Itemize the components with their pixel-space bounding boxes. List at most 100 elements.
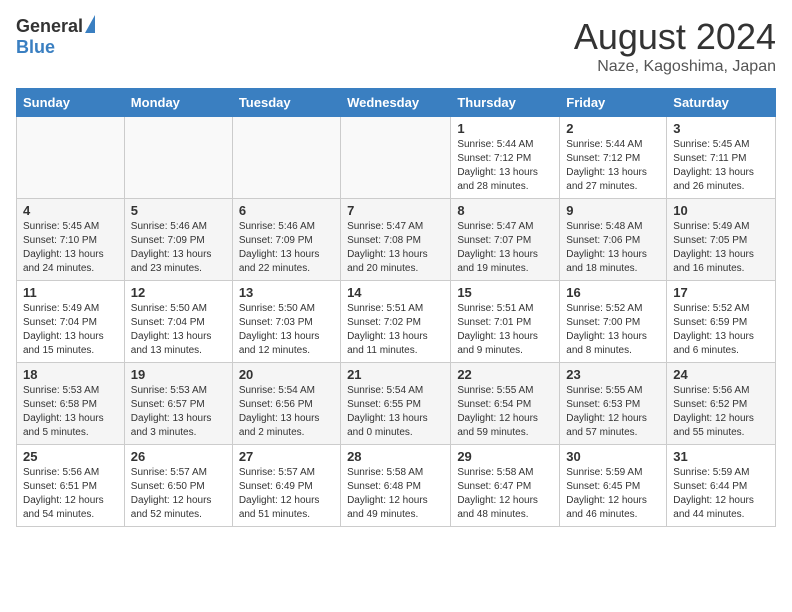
calendar-cell: 20 Sunrise: 5:54 AM Sunset: 6:56 PM Dayli… [232, 363, 340, 445]
day-number: 30 [566, 449, 660, 464]
day-detail: Sunrise: 5:54 AM Sunset: 6:56 PM Dayligh… [239, 384, 334, 440]
day-detail: Sunrise: 5:47 AM Sunset: 7:08 PM Dayligh… [347, 220, 444, 276]
day-number: 14 [347, 285, 444, 300]
day-number: 20 [239, 367, 334, 382]
day-detail: Sunrise: 5:54 AM Sunset: 6:55 PM Dayligh… [347, 384, 444, 440]
day-detail: Sunrise: 5:55 AM Sunset: 6:54 PM Dayligh… [457, 384, 553, 440]
calendar-cell [17, 117, 125, 199]
day-number: 6 [239, 203, 334, 218]
logo-blue-text: Blue [16, 37, 55, 58]
day-number: 21 [347, 367, 444, 382]
day-detail: Sunrise: 5:46 AM Sunset: 7:09 PM Dayligh… [239, 220, 334, 276]
day-detail: Sunrise: 5:46 AM Sunset: 7:09 PM Dayligh… [131, 220, 226, 276]
day-detail: Sunrise: 5:47 AM Sunset: 7:07 PM Dayligh… [457, 220, 553, 276]
calendar-cell [124, 117, 232, 199]
day-number: 29 [457, 449, 553, 464]
column-header-monday: Monday [124, 89, 232, 117]
calendar-cell: 16 Sunrise: 5:52 AM Sunset: 7:00 PM Dayli… [560, 281, 667, 363]
calendar-cell: 7Sunrise: 5:47 AM Sunset: 7:08 PM Daylig… [341, 199, 451, 281]
day-number: 28 [347, 449, 444, 464]
calendar-cell: 22 Sunrise: 5:55 AM Sunset: 6:54 PM Dayli… [451, 363, 560, 445]
day-detail: Sunrise: 5:57 AM Sunset: 6:49 PM Dayligh… [239, 466, 334, 522]
logo-triangle-icon [85, 15, 95, 33]
column-header-wednesday: Wednesday [341, 89, 451, 117]
day-number: 19 [131, 367, 226, 382]
calendar-cell: 14 Sunrise: 5:51 AM Sunset: 7:02 PM Dayli… [341, 281, 451, 363]
calendar-cell: 19 Sunrise: 5:53 AM Sunset: 6:57 PM Dayli… [124, 363, 232, 445]
day-detail: Sunrise: 5:50 AM Sunset: 7:04 PM Dayligh… [131, 302, 226, 358]
day-number: 2 [566, 121, 660, 136]
day-detail: Sunrise: 5:53 AM Sunset: 6:58 PM Dayligh… [23, 384, 118, 440]
day-detail: Sunrise: 5:49 AM Sunset: 7:05 PM Dayligh… [673, 220, 769, 276]
day-number: 11 [23, 285, 118, 300]
day-detail: Sunrise: 5:48 AM Sunset: 7:06 PM Dayligh… [566, 220, 660, 276]
calendar-cell: 27Sunrise: 5:57 AM Sunset: 6:49 PM Dayli… [232, 445, 340, 527]
day-number: 1 [457, 121, 553, 136]
calendar-week-row: 4 Sunrise: 5:45 AM Sunset: 7:10 PM Daylig… [17, 199, 776, 281]
day-detail: Sunrise: 5:49 AM Sunset: 7:04 PM Dayligh… [23, 302, 118, 358]
day-number: 24 [673, 367, 769, 382]
title-section: August 2024 Naze, Kagoshima, Japan [574, 16, 776, 76]
day-detail: Sunrise: 5:56 AM Sunset: 6:51 PM Dayligh… [23, 466, 118, 522]
day-number: 22 [457, 367, 553, 382]
day-detail: Sunrise: 5:59 AM Sunset: 6:44 PM Dayligh… [673, 466, 769, 522]
day-detail: Sunrise: 5:55 AM Sunset: 6:53 PM Dayligh… [566, 384, 660, 440]
day-number: 3 [673, 121, 769, 136]
day-detail: Sunrise: 5:58 AM Sunset: 6:47 PM Dayligh… [457, 466, 553, 522]
day-detail: Sunrise: 5:51 AM Sunset: 7:02 PM Dayligh… [347, 302, 444, 358]
calendar-week-row: 1 Sunrise: 5:44 AM Sunset: 7:12 PM Daylig… [17, 117, 776, 199]
day-number: 17 [673, 285, 769, 300]
month-title: August 2024 [574, 16, 776, 58]
day-detail: Sunrise: 5:45 AM Sunset: 7:11 PM Dayligh… [673, 138, 769, 194]
calendar-cell: 23 Sunrise: 5:55 AM Sunset: 6:53 PM Dayli… [560, 363, 667, 445]
location: Naze, Kagoshima, Japan [574, 58, 776, 76]
calendar-cell: 30Sunrise: 5:59 AM Sunset: 6:45 PM Dayli… [560, 445, 667, 527]
calendar-cell: 18 Sunrise: 5:53 AM Sunset: 6:58 PM Dayli… [17, 363, 125, 445]
day-detail: Sunrise: 5:44 AM Sunset: 7:12 PM Dayligh… [457, 138, 553, 194]
column-header-friday: Friday [560, 89, 667, 117]
calendar-cell: 26 Sunrise: 5:57 AM Sunset: 6:50 PM Dayli… [124, 445, 232, 527]
day-number: 26 [131, 449, 226, 464]
calendar-cell: 10 Sunrise: 5:49 AM Sunset: 7:05 PM Dayli… [667, 199, 776, 281]
column-header-thursday: Thursday [451, 89, 560, 117]
day-detail: Sunrise: 5:52 AM Sunset: 6:59 PM Dayligh… [673, 302, 769, 358]
calendar-cell: 6 Sunrise: 5:46 AM Sunset: 7:09 PM Daylig… [232, 199, 340, 281]
calendar-cell: 17 Sunrise: 5:52 AM Sunset: 6:59 PM Dayli… [667, 281, 776, 363]
calendar-table: SundayMondayTuesdayWednesdayThursdayFrid… [16, 88, 776, 527]
calendar-cell: 28 Sunrise: 5:58 AM Sunset: 6:48 PM Dayli… [341, 445, 451, 527]
calendar-cell: 31 Sunrise: 5:59 AM Sunset: 6:44 PM Dayli… [667, 445, 776, 527]
day-number: 16 [566, 285, 660, 300]
day-detail: Sunrise: 5:57 AM Sunset: 6:50 PM Dayligh… [131, 466, 226, 522]
calendar-week-row: 18 Sunrise: 5:53 AM Sunset: 6:58 PM Dayli… [17, 363, 776, 445]
day-detail: Sunrise: 5:58 AM Sunset: 6:48 PM Dayligh… [347, 466, 444, 522]
calendar-cell: 2 Sunrise: 5:44 AM Sunset: 7:12 PM Daylig… [560, 117, 667, 199]
day-number: 25 [23, 449, 118, 464]
day-number: 18 [23, 367, 118, 382]
calendar-cell: 12Sunrise: 5:50 AM Sunset: 7:04 PM Dayli… [124, 281, 232, 363]
calendar-header-row: SundayMondayTuesdayWednesdayThursdayFrid… [17, 89, 776, 117]
day-number: 10 [673, 203, 769, 218]
calendar-cell [232, 117, 340, 199]
day-number: 4 [23, 203, 118, 218]
column-header-sunday: Sunday [17, 89, 125, 117]
calendar-week-row: 11 Sunrise: 5:49 AM Sunset: 7:04 PM Dayli… [17, 281, 776, 363]
day-detail: Sunrise: 5:52 AM Sunset: 7:00 PM Dayligh… [566, 302, 660, 358]
calendar-cell: 5Sunrise: 5:46 AM Sunset: 7:09 PM Daylig… [124, 199, 232, 281]
logo-general-text: General [16, 16, 83, 37]
calendar-cell: 13 Sunrise: 5:50 AM Sunset: 7:03 PM Dayli… [232, 281, 340, 363]
day-detail: Sunrise: 5:45 AM Sunset: 7:10 PM Dayligh… [23, 220, 118, 276]
day-detail: Sunrise: 5:50 AM Sunset: 7:03 PM Dayligh… [239, 302, 334, 358]
day-number: 23 [566, 367, 660, 382]
column-header-saturday: Saturday [667, 89, 776, 117]
day-number: 13 [239, 285, 334, 300]
day-number: 15 [457, 285, 553, 300]
calendar-week-row: 25 Sunrise: 5:56 AM Sunset: 6:51 PM Dayli… [17, 445, 776, 527]
calendar-cell: 11 Sunrise: 5:49 AM Sunset: 7:04 PM Dayli… [17, 281, 125, 363]
calendar-cell: 1 Sunrise: 5:44 AM Sunset: 7:12 PM Daylig… [451, 117, 560, 199]
day-number: 31 [673, 449, 769, 464]
column-header-tuesday: Tuesday [232, 89, 340, 117]
calendar-cell [341, 117, 451, 199]
day-detail: Sunrise: 5:44 AM Sunset: 7:12 PM Dayligh… [566, 138, 660, 194]
calendar-cell: 24Sunrise: 5:56 AM Sunset: 6:52 PM Dayli… [667, 363, 776, 445]
day-detail: Sunrise: 5:53 AM Sunset: 6:57 PM Dayligh… [131, 384, 226, 440]
